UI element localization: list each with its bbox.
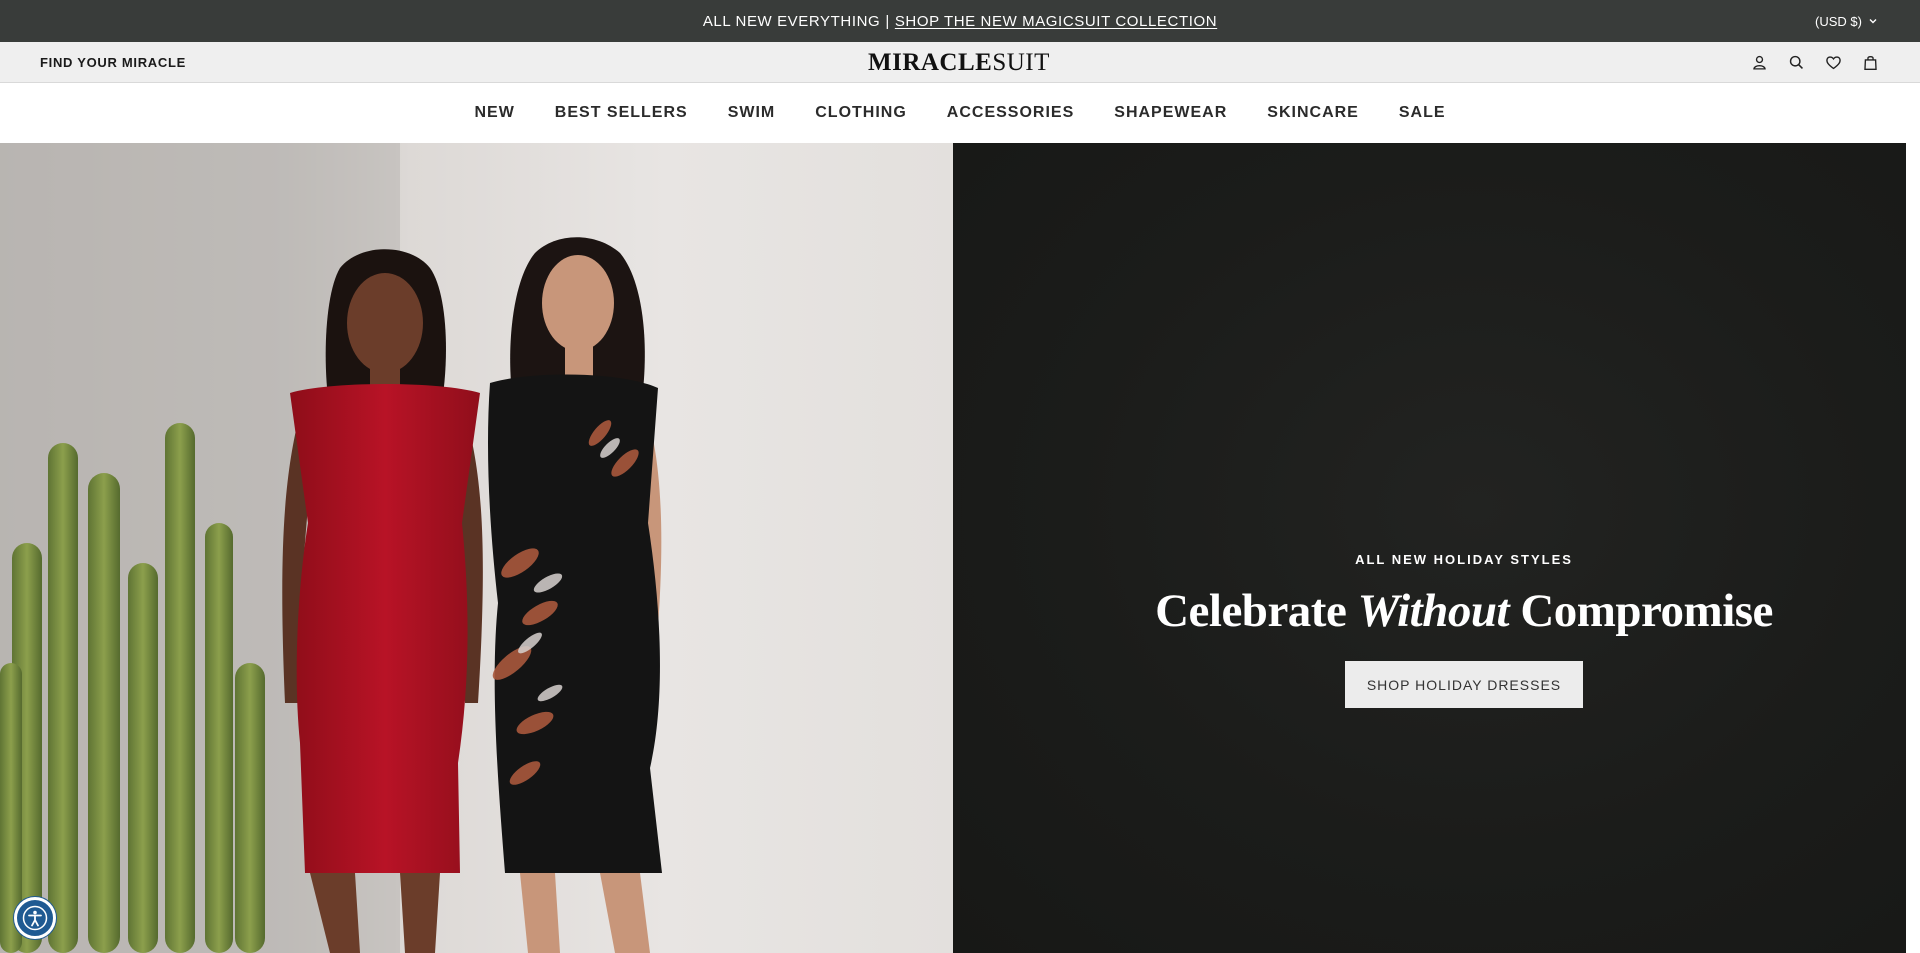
accessibility-button[interactable] [14, 897, 56, 939]
currency-label: (USD $) [1815, 13, 1862, 29]
nav-item-shapewear[interactable]: SHAPEWEAR [1114, 104, 1227, 122]
utility-header: FIND YOUR MIRACLE MIRACLE SUIT [0, 42, 1920, 83]
cart-bag-icon[interactable] [1860, 52, 1880, 72]
headline-end: Compromise [1509, 585, 1773, 637]
headline-start: Celebrate [1155, 585, 1358, 637]
announcement-bar: ALL NEW EVERYTHING | SHOP THE NEW MAGICS… [0, 0, 1920, 42]
hero-edge-strip [1906, 143, 1920, 953]
nav-item-swim[interactable]: SWIM [728, 104, 776, 122]
find-your-miracle-link[interactable]: FIND YOUR MIRACLE [40, 42, 186, 82]
nav-item-sale[interactable]: SALE [1399, 104, 1446, 122]
accessibility-icon [22, 905, 48, 931]
magicsuit-collection-link[interactable]: SHOP THE NEW MAGICSUIT COLLECTION [895, 13, 1217, 30]
hero-headline: Celebrate Without Compromise [953, 584, 1920, 638]
chevron-down-icon [1869, 19, 1877, 24]
hero-promo-panel [953, 143, 1906, 953]
nav-item-skincare[interactable]: SKINCARE [1267, 104, 1359, 122]
headline-italic: Without [1357, 585, 1510, 637]
nav-item-clothing[interactable]: CLOTHING [815, 104, 907, 122]
account-icon[interactable] [1749, 52, 1769, 72]
currency-selector[interactable]: (USD $) [1815, 0, 1878, 42]
nav-item-accessories[interactable]: ACCESSORIES [947, 104, 1074, 122]
shop-holiday-dresses-button[interactable]: SHOP HOLIDAY DRESSES [1345, 661, 1583, 708]
search-icon[interactable] [1786, 52, 1806, 72]
miraclesuit-logo[interactable]: MIRACLE SUIT [868, 48, 1050, 78]
hero-illustration [0, 143, 662, 953]
main-navigation: NEW BEST SELLERS SWIM CLOTHING ACCESSORI… [0, 83, 1920, 143]
nav-item-best-sellers[interactable]: BEST SELLERS [555, 104, 688, 122]
wishlist-heart-icon[interactable] [1823, 52, 1843, 72]
logo-word-bold: MIRACLE [868, 49, 993, 76]
hero-image[interactable] [0, 143, 953, 953]
header-icons [1749, 42, 1880, 82]
hero-eyebrow: ALL NEW HOLIDAY STYLES [1355, 552, 1573, 567]
announcement-text: ALL NEW EVERYTHING [702, 12, 881, 30]
announcement-separator: | [885, 12, 890, 30]
nav-item-new[interactable]: NEW [474, 104, 514, 122]
logo-word-light: SUIT [992, 49, 1050, 76]
